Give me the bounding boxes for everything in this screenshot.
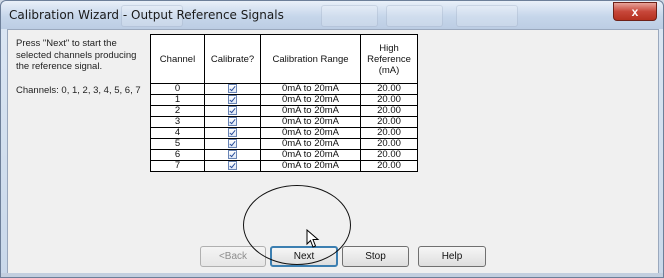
wizard-client-area: Press "Next" to start the selected chann… [7, 29, 659, 274]
calibrate-checkbox[interactable] [228, 150, 237, 160]
window-title: Calibration Wizard - Output Reference Si… [9, 8, 284, 22]
background-ghost [456, 5, 518, 27]
table-row: 5 0mA to 20mA 20.00 [150, 138, 418, 151]
header-high-reference: High Reference (mA) [360, 34, 418, 84]
next-button[interactable]: Next [270, 246, 338, 267]
calibration-wizard-window: Calibration Wizard - Output Reference Si… [0, 0, 664, 278]
cell-high-reference: 20.00 [360, 127, 418, 140]
help-button[interactable]: Help [418, 246, 486, 267]
cell-high-reference: 20.00 [360, 94, 418, 107]
cell-calibrate [204, 82, 261, 96]
calibrate-checkbox[interactable] [228, 106, 237, 116]
background-ghost [321, 5, 378, 27]
cell-channel: 5 [150, 138, 205, 151]
title-bar[interactable]: Calibration Wizard - Output Reference Si… [1, 1, 663, 29]
channels-text: Channels: 0, 1, 2, 3, 4, 5, 6, 7 [16, 84, 141, 96]
calibrate-checkbox[interactable] [228, 117, 237, 127]
header-channel: Channel [150, 34, 205, 84]
cell-calibrate [204, 138, 261, 151]
cell-channel: 7 [150, 160, 205, 173]
cell-calibration-range: 0mA to 20mA [260, 138, 361, 151]
cell-calibrate [204, 127, 261, 140]
cell-high-reference: 20.00 [360, 82, 418, 96]
table-row: 0 0mA to 20mA 20.00 [150, 82, 418, 96]
cell-channel: 3 [150, 116, 205, 129]
cell-calibrate [204, 149, 261, 162]
cell-calibrate [204, 160, 261, 173]
cell-channel: 1 [150, 94, 205, 107]
cell-calibration-range: 0mA to 20mA [260, 105, 361, 118]
table-row: 3 0mA to 20mA 20.00 [150, 116, 418, 129]
table-row: 2 0mA to 20mA 20.00 [150, 105, 418, 118]
cell-calibration-range: 0mA to 20mA [260, 160, 361, 173]
cell-calibration-range: 0mA to 20mA [260, 82, 361, 96]
cell-calibration-range: 0mA to 20mA [260, 116, 361, 129]
cell-channel: 2 [150, 105, 205, 118]
mouse-cursor-icon [306, 229, 320, 248]
cell-calibrate [204, 105, 261, 118]
calibrate-checkbox[interactable] [228, 139, 237, 149]
cell-calibration-range: 0mA to 20mA [260, 127, 361, 140]
cell-high-reference: 20.00 [360, 138, 418, 151]
window-bottom-edge [1, 273, 663, 277]
stop-button[interactable]: Stop [342, 246, 409, 267]
background-ghost [386, 5, 443, 27]
cell-high-reference: 20.00 [360, 160, 418, 173]
calibrate-checkbox[interactable] [228, 84, 237, 93]
close-button[interactable]: x [613, 2, 657, 21]
table-body: 0 0mA to 20mA 20.00 1 0mA to 20mA 20.00 2 0mA t… [150, 82, 418, 173]
header-calibrate: Calibrate? [204, 34, 261, 84]
cell-calibrate [204, 116, 261, 129]
table-row: 1 0mA to 20mA 20.00 [150, 94, 418, 107]
channel-table: Channel Calibrate? Calibration Range Hig… [150, 34, 418, 173]
calibrate-checkbox[interactable] [228, 95, 237, 105]
cell-channel: 0 [150, 82, 205, 96]
cell-calibration-range: 0mA to 20mA [260, 94, 361, 107]
cell-calibrate [204, 94, 261, 107]
calibrate-checkbox[interactable] [228, 161, 237, 171]
instructions-panel: Press "Next" to start the selected chann… [16, 38, 144, 108]
back-button[interactable]: <Back [200, 246, 266, 267]
calibrate-checkbox[interactable] [228, 128, 237, 138]
cell-high-reference: 20.00 [360, 105, 418, 118]
table-header-row: Channel Calibrate? Calibration Range Hig… [150, 34, 418, 84]
header-calibration-range: Calibration Range [260, 34, 361, 84]
cell-channel: 4 [150, 127, 205, 140]
table-row: 4 0mA to 20mA 20.00 [150, 127, 418, 140]
table-row: 7 0mA to 20mA 20.00 [150, 160, 418, 173]
cell-channel: 6 [150, 149, 205, 162]
instruction-text: Press "Next" to start the selected chann… [16, 38, 137, 72]
table-row: 6 0mA to 20mA 20.00 [150, 149, 418, 162]
cell-high-reference: 20.00 [360, 149, 418, 162]
cell-calibration-range: 0mA to 20mA [260, 149, 361, 162]
cell-high-reference: 20.00 [360, 116, 418, 129]
